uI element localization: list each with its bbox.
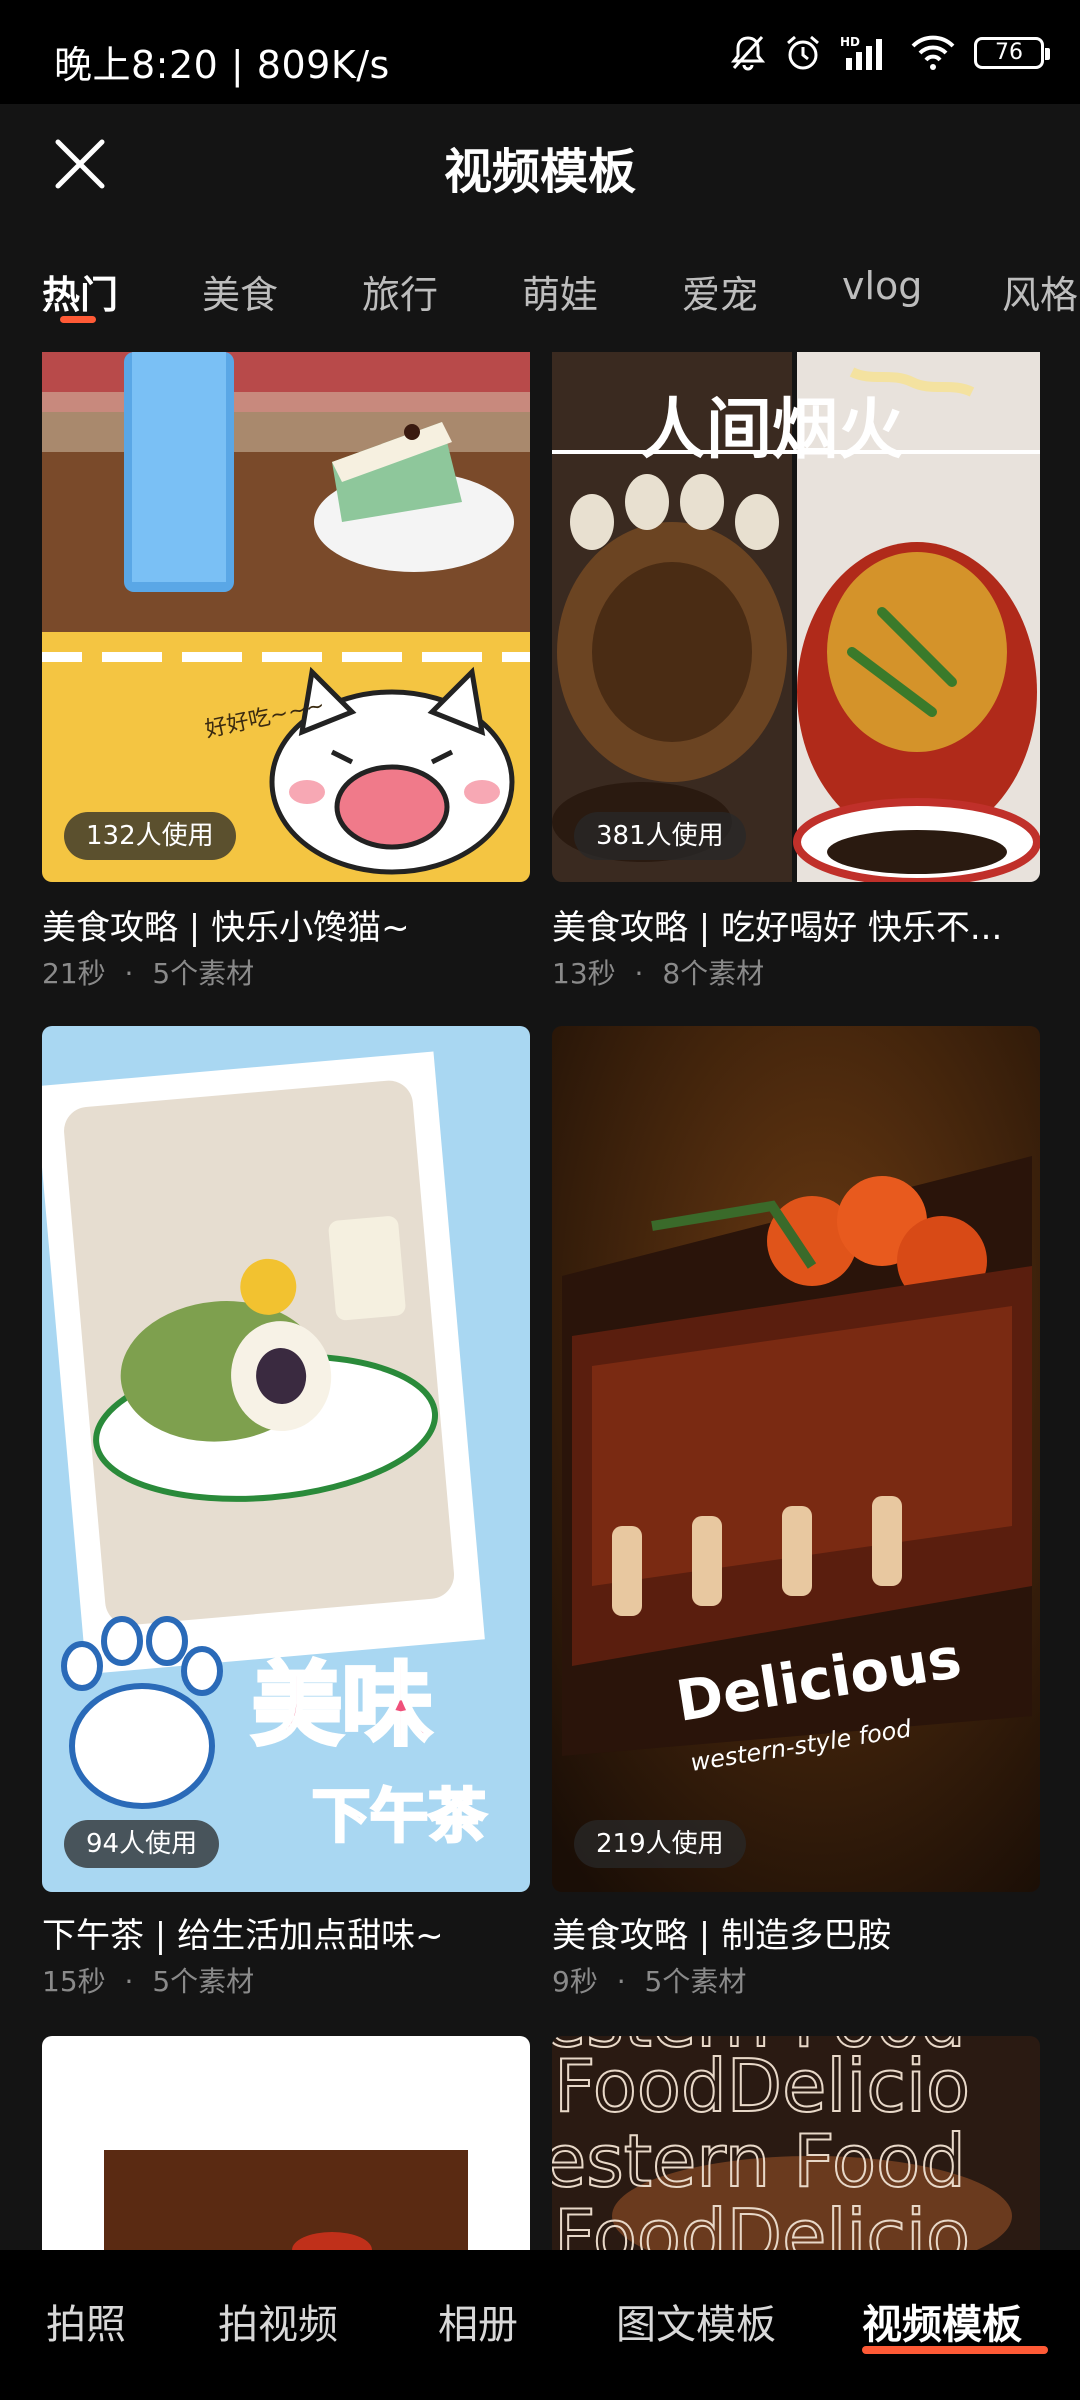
- active-tab-indicator: [60, 316, 96, 323]
- usage-badge: 219人使用: [574, 1820, 746, 1868]
- wifi-icon: [910, 34, 956, 72]
- template-thumbnail[interactable]: [42, 2036, 530, 2250]
- template-meta: 9秒 · 5个素材: [552, 1960, 746, 2000]
- overlay-text: 人间烟火: [640, 391, 904, 468]
- meta-separator: ·: [124, 957, 134, 990]
- overlay-text-1: 美味: [252, 1653, 432, 1758]
- template-thumbnail[interactable]: estern Food FoodDelicio estern Food Food…: [552, 2036, 1040, 2250]
- template-card[interactable]: Delicious western-style food 219人使用 美食攻略…: [552, 1026, 1040, 2006]
- tab-food[interactable]: 美食: [202, 264, 278, 319]
- template-title: 美食攻略 | 制造多巴胺: [552, 1916, 892, 1956]
- header: 视频模板: [0, 104, 1080, 224]
- overlay-line: estern Food: [552, 2119, 966, 2203]
- tab-pets[interactable]: 爱宠: [682, 264, 758, 319]
- template-title: 下午茶 | 给生活加点甜味~: [42, 1916, 444, 1956]
- nav-video[interactable]: 拍视频: [218, 2292, 338, 2350]
- page-title: 视频模板: [443, 144, 636, 200]
- template-card[interactable]: 人间烟火 381人使用 美食攻略 | 吃好喝好 快乐不... 13秒 · 8个素…: [552, 352, 1040, 1002]
- template-meta: 15秒 · 5个素材: [42, 1960, 254, 2000]
- tab-vlog[interactable]: vlog: [842, 264, 922, 308]
- template-duration: 15秒: [42, 1965, 106, 1998]
- template-thumbnail[interactable]: 好好吃~~~: [42, 352, 530, 882]
- template-card[interactable]: estern Food FoodDelicio estern Food Food…: [552, 2036, 1040, 2250]
- template-thumbnail[interactable]: 美味 下午茶: [42, 1026, 530, 1892]
- template-card[interactable]: [42, 2036, 530, 2250]
- status-time: 晚上8:20 | 809K/s: [54, 43, 390, 87]
- battery-icon: 76: [974, 37, 1050, 69]
- svg-text:HD: HD: [840, 35, 860, 49]
- nav-album[interactable]: 相册: [438, 2292, 518, 2350]
- template-card[interactable]: 好好吃~~~ 132人使用 美食攻略 | 快乐小馋猫~ 21秒 · 5个素材: [42, 352, 530, 1002]
- template-materials: 8个素材: [662, 957, 765, 990]
- template-card[interactable]: 美味 下午茶 94人使用 下午茶 | 给生活加点甜味~ 15秒 · 5个素材: [42, 1026, 530, 2006]
- status-bar: 晚上8:20 | 809K/s HD 76: [0, 0, 1080, 104]
- tab-baby[interactable]: 萌娃: [522, 264, 598, 319]
- tab-travel[interactable]: 旅行: [362, 264, 438, 319]
- template-duration: 21秒: [42, 957, 106, 990]
- template-title: 美食攻略 | 快乐小馋猫~: [42, 908, 410, 948]
- template-thumbnail[interactable]: 人间烟火: [552, 352, 1040, 882]
- template-materials: 5个素材: [644, 1965, 747, 1998]
- overlay-line: FoodDelicio: [554, 2194, 970, 2250]
- bottom-nav: 拍照 拍视频 相册 图文模板 视频模板: [0, 2250, 1080, 2400]
- overlay-line: FoodDelicio: [554, 2044, 970, 2128]
- template-meta: 13秒 · 8个素材: [552, 952, 764, 992]
- alarm-icon: [784, 34, 822, 72]
- template-duration: 9秒: [552, 1965, 598, 1998]
- overlay-text-2: 下午茶: [312, 1782, 487, 1850]
- usage-badge: 132人使用: [64, 812, 236, 860]
- hd-signal-icon: HD: [840, 34, 892, 72]
- nav-video-template[interactable]: 视频模板: [862, 2292, 1022, 2350]
- tab-style[interactable]: 风格: [1002, 264, 1078, 319]
- nav-photo[interactable]: 拍照: [46, 2292, 126, 2350]
- meta-separator: ·: [634, 957, 644, 990]
- template-meta: 21秒 · 5个素材: [42, 952, 254, 992]
- category-tabs: 热门 美食 旅行 萌娃 爱宠 vlog 风格: [0, 250, 1080, 330]
- status-icons: HD 76: [730, 30, 1050, 76]
- usage-badge: 94人使用: [64, 1820, 220, 1868]
- template-materials: 5个素材: [152, 1965, 255, 1998]
- active-nav-indicator: [862, 2346, 1048, 2354]
- meta-separator: ·: [616, 1965, 626, 1998]
- template-thumbnail[interactable]: Delicious western-style food: [552, 1026, 1040, 1892]
- usage-badge: 381人使用: [574, 812, 746, 860]
- meta-separator: ·: [124, 1965, 134, 1998]
- nav-image-template[interactable]: 图文模板: [616, 2292, 776, 2350]
- template-title: 美食攻略 | 吃好喝好 快乐不...: [552, 908, 1003, 948]
- mute-icon: [730, 34, 766, 72]
- template-duration: 13秒: [552, 957, 616, 990]
- template-materials: 5个素材: [152, 957, 255, 990]
- tab-hot[interactable]: 热门: [42, 264, 118, 319]
